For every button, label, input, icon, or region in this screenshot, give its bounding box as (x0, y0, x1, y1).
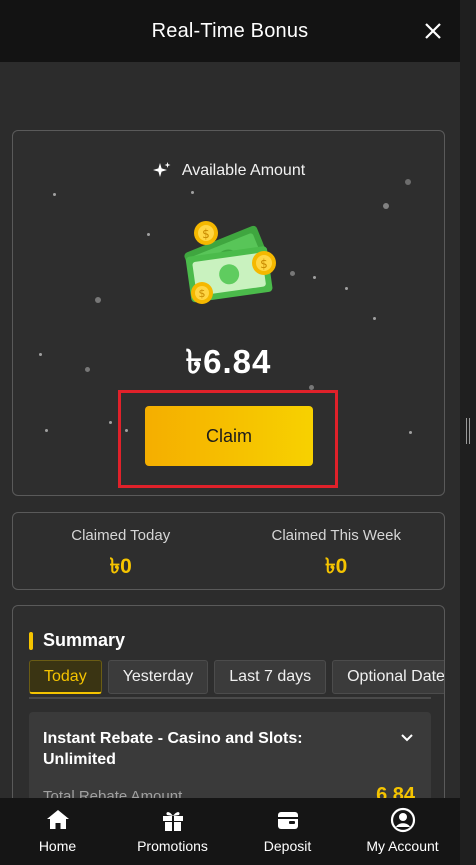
tab-last-7-days[interactable]: Last 7 days (214, 660, 327, 694)
star-dot (409, 431, 412, 434)
summary-tabs: Today Yesterday Last 7 days Optional Dat… (29, 660, 444, 696)
summary-title: Summary (43, 630, 126, 650)
nav-home-label: Home (38, 838, 77, 854)
svg-text:$: $ (202, 227, 210, 241)
star-dot (345, 287, 348, 290)
star-dot (191, 191, 194, 194)
svg-text:$: $ (260, 257, 268, 271)
claimed-today-label: Claimed Today (71, 527, 171, 544)
nav-promotions[interactable]: Promotions (115, 798, 230, 865)
star-dot (45, 429, 48, 432)
nav-my-account-label: My Account (366, 838, 439, 854)
close-icon[interactable] (420, 18, 446, 44)
star-dot (383, 203, 389, 209)
available-amount-label: Available Amount (181, 162, 306, 179)
claim-button[interactable]: Claim (145, 406, 313, 466)
tab-optional-date[interactable]: Optional Date (332, 660, 444, 694)
summary-accent-bar (29, 631, 33, 650)
tab-today[interactable]: Today (29, 660, 102, 694)
nav-my-account[interactable]: My Account (345, 798, 460, 865)
gift-icon (162, 812, 183, 831)
claimed-today: Claimed Today ৳0 (13, 513, 229, 589)
star-dot (109, 421, 112, 424)
star-dot (313, 276, 316, 279)
bottom-nav: Home Promotions Deposit My Account (0, 798, 460, 865)
nav-promotions-label: Promotions (137, 838, 208, 854)
tabs-divider (29, 697, 431, 699)
claimed-this-week: Claimed This Week ৳0 (229, 513, 445, 589)
account-icon (390, 807, 415, 833)
home-icon (46, 810, 69, 829)
star-dot (95, 297, 101, 303)
star-dot (53, 193, 56, 196)
star-dot (290, 271, 295, 276)
nav-deposit[interactable]: Deposit (230, 798, 345, 865)
claimed-summary-card: Claimed Today ৳0 Claimed This Week ৳0 (12, 512, 445, 590)
resize-handle[interactable] (466, 418, 470, 444)
rebate-title: Instant Rebate - Casino and Slots: Unlim… (43, 730, 303, 768)
nav-home[interactable]: Home (0, 798, 115, 865)
wallet-icon (277, 812, 298, 829)
available-amount-value: ৳6.84 (185, 343, 272, 380)
star-dot (373, 317, 376, 320)
summary-heading: Summary (29, 630, 125, 651)
nav-deposit-label: Deposit (263, 838, 312, 854)
page-title: Real-Time Bonus (151, 19, 309, 42)
header-bar: Real-Time Bonus (0, 0, 460, 62)
svg-text:$: $ (199, 287, 206, 300)
claimed-today-value: ৳0 (109, 555, 132, 578)
tab-yesterday[interactable]: Yesterday (107, 660, 209, 694)
scrollbar-track[interactable] (460, 0, 476, 865)
claimed-week-value: ৳0 (325, 555, 348, 578)
claimed-week-label: Claimed This Week (271, 527, 402, 544)
star-dot (147, 233, 150, 236)
money-icon: $ $ $ (184, 221, 276, 304)
sparkle-icon (152, 162, 171, 177)
chevron-down-icon[interactable] (399, 730, 415, 746)
available-amount-heading: Available Amount (13, 161, 444, 181)
